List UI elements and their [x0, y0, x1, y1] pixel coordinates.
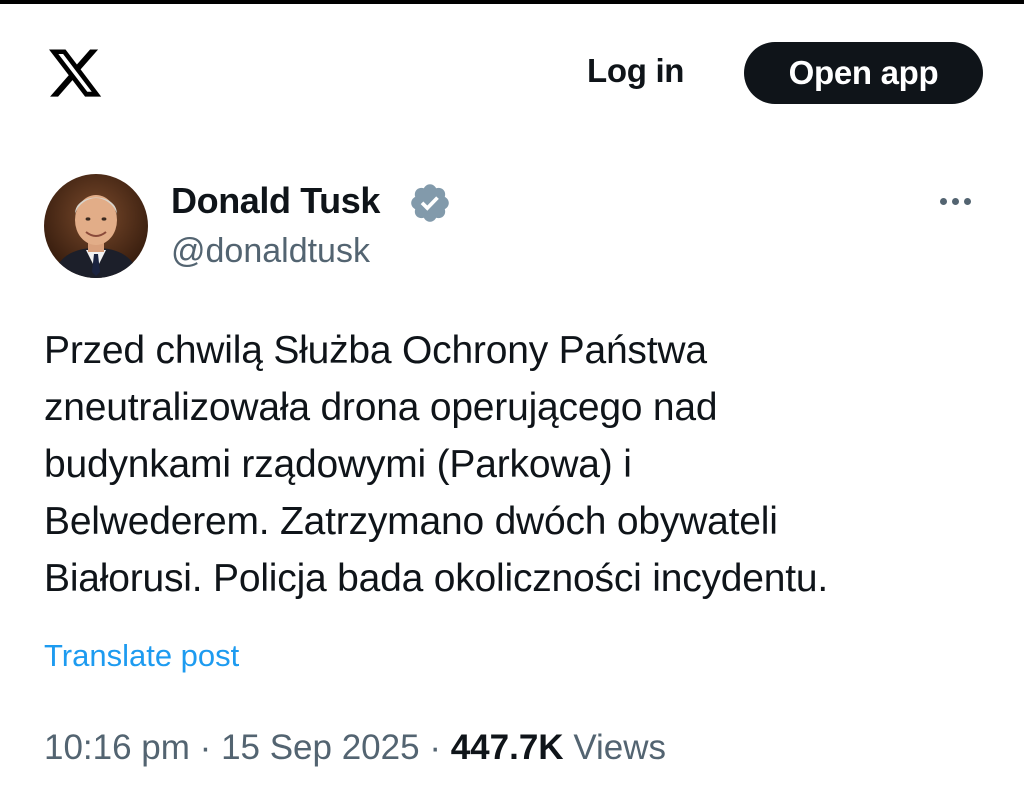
verified-badge-icon	[408, 181, 452, 225]
tweet-date[interactable]: 15 Sep 2025	[221, 728, 420, 767]
tweet-text: Przed chwilą Służba Ochrony Państwa zneu…	[44, 322, 1004, 607]
x-logo-glyph	[49, 49, 102, 97]
meta-separator: ·	[429, 728, 441, 767]
more-dot	[951, 197, 959, 205]
open-app-button[interactable]: Open app	[744, 42, 983, 104]
tweet-text-line: Białorusi. Policja bada okoliczności inc…	[44, 557, 829, 600]
verified-badge-glyph	[411, 184, 449, 222]
tweet-meta: 10:16 pm · 15 Sep 2025 · 447.7K Views	[44, 728, 666, 768]
tweet-text-line: Belwederem. Zatrzymano dwóch obywateli	[44, 500, 778, 543]
tweet-text-line: zneutralizowała drona operującego nad	[44, 386, 718, 429]
more-dot	[963, 197, 971, 205]
meta-separator: ·	[199, 728, 212, 767]
avatar-image	[44, 174, 148, 278]
login-link[interactable]: Log in	[587, 52, 684, 90]
views-count: 447.7K	[450, 728, 564, 767]
open-app-label: Open app	[788, 54, 939, 91]
tweet-text-line: budynkami rządowymi (Parkowa) i	[44, 443, 632, 486]
top-border	[0, 0, 1024, 4]
tweet-text-line: Przed chwilą Służba Ochrony Państwa	[44, 329, 707, 372]
tweet-time[interactable]: 10:16 pm	[44, 728, 190, 767]
translate-post-link[interactable]: Translate post	[44, 638, 239, 674]
more-dot	[939, 197, 947, 205]
display-name[interactable]: Donald Tusk	[171, 180, 380, 222]
handle[interactable]: @donaldtusk	[171, 232, 370, 271]
avatar[interactable]	[44, 174, 148, 278]
views-label: Views	[573, 728, 667, 767]
tweet-page: Log in Open app Donald Tusk @donaldtusk …	[0, 0, 1024, 796]
more-horizontal-icon[interactable]	[932, 186, 978, 216]
x-logo-icon[interactable]	[44, 44, 106, 102]
